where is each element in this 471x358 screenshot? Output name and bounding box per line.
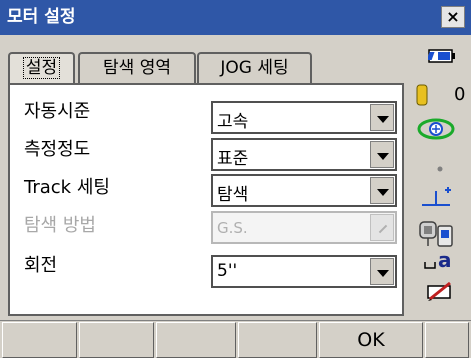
rotation-label: 회전 [24, 255, 58, 276]
search-method-value: G.S. [217, 219, 248, 237]
auto-collimation-label: 자동시준 [24, 101, 91, 122]
auto-collimation-value: 고속 [217, 112, 249, 132]
search-method-select: G.S. [211, 211, 397, 244]
input-mode-indicator[interactable]: a [424, 248, 464, 274]
space-icon [424, 262, 436, 269]
pencil-eraser-icon[interactable] [426, 280, 456, 302]
input-mode-label: a [438, 248, 452, 272]
softkey-3[interactable] [156, 322, 236, 358]
softkey-bar: OK [0, 320, 471, 358]
softkey-2[interactable] [79, 322, 154, 358]
softkey-6[interactable] [425, 322, 469, 358]
prism-icon [416, 84, 428, 106]
window-titlebar: 모터 설정 × [0, 0, 471, 35]
rotation-value: 5'' [217, 261, 238, 281]
tab-search-area-label: 탐색 영역 [103, 58, 171, 78]
softkey-4[interactable] [238, 322, 317, 358]
prism-constant: 0 [454, 84, 466, 105]
window-title: 모터 설정 [7, 7, 76, 27]
measure-accuracy-label: 측정정도 [24, 139, 91, 160]
auto-collimation-select[interactable]: 고속 [211, 101, 397, 134]
close-button[interactable]: × [441, 6, 465, 28]
ok-button[interactable]: OK [319, 322, 423, 358]
rotation-select[interactable]: 5'' [211, 255, 397, 288]
measure-accuracy-value: 표준 [217, 149, 249, 169]
tab-jog-setting[interactable]: JOG 세팅 [197, 52, 312, 84]
tilt-level-icon [422, 187, 451, 206]
signal-dot-icon [437, 166, 443, 172]
softkey-1[interactable] [2, 322, 77, 358]
chevron-down-icon[interactable] [370, 177, 394, 204]
status-panel: 0 a [410, 40, 471, 315]
chevron-down-icon [370, 214, 394, 241]
tab-settings[interactable]: 설정 [8, 52, 75, 84]
battery-icon [428, 49, 455, 63]
instrument-icon [419, 221, 453, 247]
chevron-down-icon[interactable] [370, 141, 394, 168]
tab-search-area[interactable]: 탐색 영역 [78, 52, 196, 84]
search-method-label: 탐색 방법 [24, 215, 96, 236]
track-setting-select[interactable]: 탐색 [211, 174, 397, 207]
measure-accuracy-select[interactable]: 표준 [211, 138, 397, 171]
tab-settings-label: 설정 [22, 57, 61, 79]
track-setting-label: Track 세팅 [24, 177, 110, 198]
settings-panel: 자동시준 고속 측정정도 표준 Track 세팅 탐색 탐색 방법 G.S. 회… [8, 83, 404, 316]
chevron-down-icon[interactable] [370, 258, 394, 285]
chevron-down-icon[interactable] [370, 104, 394, 131]
tab-jog-setting-label: JOG 세팅 [220, 58, 289, 78]
target-icon [417, 118, 455, 140]
track-setting-value: 탐색 [217, 185, 249, 205]
